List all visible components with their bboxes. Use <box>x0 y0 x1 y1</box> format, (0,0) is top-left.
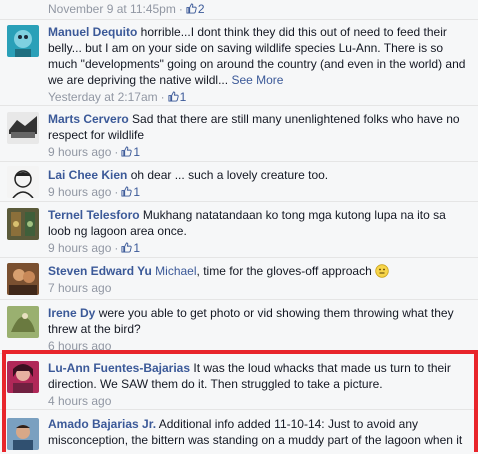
comment-meta: 9 hours ago · 1 <box>48 241 141 255</box>
comment-body: Marts Cervero Sad that there are still m… <box>48 111 470 160</box>
comment-timestamp[interactable]: 9 hours ago <box>48 145 111 159</box>
comment-body: Irene Dy were you able to get photo or v… <box>48 305 470 354</box>
comment-body: Steven Edward Yu Michael, time for the g… <box>48 263 470 296</box>
comment-text-wrap: Lu-Ann Fuentes-Bajarias It was the loud … <box>48 360 470 392</box>
comment-item: Lu-Ann Fuentes-Bajarias It was the loud … <box>0 354 478 410</box>
comment-timestamp[interactable]: Yesterday at 2:17am <box>48 90 158 104</box>
thumbs-up-icon <box>121 242 133 253</box>
comment-text-wrap: Marts Cervero Sad that there are still m… <box>48 111 470 143</box>
comment-item: Ternel Telesforo Mukhang natatandaan ko … <box>0 202 478 258</box>
comment-item: Manuel Dequito horrible...I dont think t… <box>0 20 478 106</box>
comment-meta: 7 hours ago <box>48 280 470 296</box>
like-count-link[interactable]: 1 <box>168 90 187 104</box>
comment-meta: 9 hours ago · 1 <box>48 145 141 159</box>
comment-timestamp[interactable]: November 9 at 11:45pm <box>48 2 176 16</box>
comment-item: Steven Edward Yu Michael, time for the g… <box>0 258 478 300</box>
thumbs-up-icon <box>168 91 179 102</box>
like-count-value: 1 <box>133 185 141 199</box>
comment-timestamp[interactable]: 4 hours ago <box>48 394 111 408</box>
comment-author-link[interactable]: Ternel Telesforo <box>48 208 140 222</box>
like-count-value: 1 <box>133 145 141 159</box>
like-count-link[interactable]: 1 <box>121 241 140 255</box>
comment-timestamp[interactable]: 7 hours ago <box>48 281 111 295</box>
comment-author-link[interactable]: Steven Edward Yu <box>48 264 152 278</box>
comment-meta: 9 hours ago · 1 <box>48 185 141 199</box>
thumbs-up-icon <box>121 186 133 197</box>
comment-meta: 4 hours ago <box>48 393 470 409</box>
comment-item: November 9 at 11:45pm · 2 <box>0 0 478 20</box>
comment-author-link[interactable]: Manuel Dequito <box>48 25 137 39</box>
avatar[interactable] <box>7 25 39 57</box>
comment-timestamp[interactable]: 9 hours ago <box>48 185 111 199</box>
thumbs-up-icon <box>121 146 133 157</box>
comment-text-wrap: Steven Edward Yu Michael, time for the g… <box>48 263 470 279</box>
avatar[interactable] <box>7 418 39 450</box>
comment-timestamp[interactable]: 9 hours ago <box>48 241 111 255</box>
comment-author-link[interactable]: Lu-Ann Fuentes-Bajarias <box>48 361 190 375</box>
comment-author-link[interactable]: Lai Chee Kien <box>48 168 127 182</box>
comment-item: Irene Dy were you able to get photo or v… <box>0 300 478 354</box>
comment-text-wrap: Lai Chee Kien oh dear ... such a lovely … <box>48 167 470 183</box>
comment-meta: November 9 at 11:45pm · 2 <box>48 2 205 16</box>
comment-body: Amado Bajarias Jr. Additional info added… <box>48 416 470 448</box>
see-more-link[interactable]: See More <box>231 73 283 87</box>
comment-body: Ternel Telesforo Mukhang natatandaan ko … <box>48 207 470 256</box>
like-count-link[interactable]: 1 <box>121 145 140 159</box>
comment-text: , time for the gloves-off approach <box>196 264 372 278</box>
avatar[interactable] <box>7 208 39 240</box>
comment-body: Lai Chee Kien oh dear ... such a lovely … <box>48 167 470 200</box>
like-count-value: 1 <box>133 241 141 255</box>
avatar[interactable] <box>7 166 39 198</box>
like-count-link[interactable]: 1 <box>121 185 140 199</box>
comment-meta: Yesterday at 2:17am · 1 <box>48 90 187 104</box>
comment-author-link[interactable]: Irene Dy <box>48 306 95 320</box>
avatar[interactable] <box>7 306 39 338</box>
like-count-value: 2 <box>197 2 205 16</box>
comment-text-wrap: Amado Bajarias Jr. Additional info added… <box>48 416 470 448</box>
comment-text: were you able to get photo or vid showin… <box>48 306 454 336</box>
smiley-icon <box>375 264 389 278</box>
comment-item: Lai Chee Kien oh dear ... such a lovely … <box>0 162 478 202</box>
avatar[interactable] <box>7 112 39 144</box>
comment-text-wrap: Manuel Dequito horrible...I dont think t… <box>48 24 470 88</box>
comment-text-wrap: Irene Dy were you able to get photo or v… <box>48 305 470 337</box>
comment-author-link[interactable]: Amado Bajarias Jr. <box>48 417 156 431</box>
thumbs-up-icon <box>186 3 197 14</box>
comment-body: November 9 at 11:45pm · 2 <box>48 1 470 17</box>
comment-text: oh dear ... such a lovely creature too. <box>127 168 329 182</box>
comment-meta: 6 hours ago <box>48 338 470 354</box>
comment-item: Amado Bajarias Jr. Additional info added… <box>0 410 478 454</box>
comment-body: Lu-Ann Fuentes-Bajarias It was the loud … <box>48 360 470 409</box>
comment-item: Marts Cervero Sad that there are still m… <box>0 106 478 162</box>
avatar[interactable] <box>7 263 39 295</box>
mention-link[interactable]: Michael <box>155 264 196 278</box>
comment-author-link[interactable]: Marts Cervero <box>48 112 129 126</box>
comment-body: Manuel Dequito horrible...I dont think t… <box>48 24 470 105</box>
like-count-value: 1 <box>179 90 187 104</box>
avatar[interactable] <box>7 361 39 393</box>
comment-text-wrap: Ternel Telesforo Mukhang natatandaan ko … <box>48 207 470 239</box>
like-count-link[interactable]: 2 <box>186 2 205 16</box>
comment-timestamp[interactable]: 6 hours ago <box>48 339 111 353</box>
